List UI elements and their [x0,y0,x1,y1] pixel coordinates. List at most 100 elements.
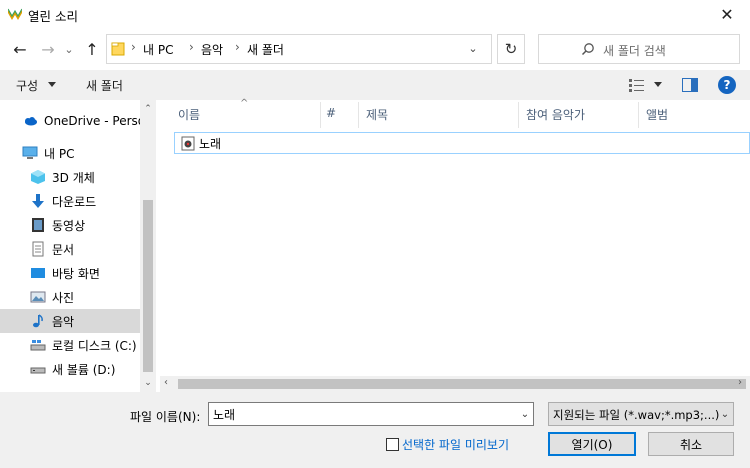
sidebar-item-downloads[interactable]: 다운로드 [0,189,140,213]
column-header-artist[interactable]: 참여 음악가 [526,106,585,126]
breadcrumb-separator: › [235,40,240,54]
preview-checkbox-label[interactable]: 선택한 파일 미리보기 [402,436,509,453]
cancel-button[interactable]: 취소 [648,432,734,456]
navigation-pane: OneDrive - Personal 내 PC 3D 개체 다운로드 동영상 … [0,100,156,392]
sidebar-item-label: OneDrive - Personal [44,114,140,128]
scroll-left-icon[interactable]: ‹ [164,377,168,388]
sidebar-item-local-disk[interactable]: 로컬 디스크 (C:) [0,333,140,357]
sidebar-item-label: 음악 [52,314,75,329]
open-button[interactable]: 열기(O) [548,432,636,456]
window-title: 열린 소리 [28,9,78,24]
audio-file-icon [181,136,195,151]
up-button[interactable]: ↑ [82,39,102,59]
horizontal-scrollbar[interactable]: ‹ › [160,376,750,392]
onedrive-icon [25,117,37,126]
sidebar-item-label: 새 볼륨 (D:) [52,362,116,377]
sidebar-item-label: 로컬 디스크 (C:) [52,338,137,353]
scroll-up-icon[interactable]: ⌃ [142,104,154,114]
download-icon [32,194,44,208]
sidebar-item-desktop[interactable]: 바탕 화면 [0,261,140,285]
dialog-footer: 파일 이름(N): 노래 ⌄ 지원되는 파일 (*.wav;*.mp3;...)… [0,392,750,468]
sidebar-item-label: 내 PC [44,146,75,161]
preview-checkbox[interactable] [386,438,399,451]
column-header-number[interactable]: # [326,106,336,126]
sidebar-item-music[interactable]: 음악 [0,309,140,333]
up-arrow-icon: ↑ [85,39,99,59]
column-header-title[interactable]: 제목 [366,106,388,126]
column-divider[interactable] [358,102,359,128]
column-header-name[interactable]: 이름 [178,106,200,126]
sidebar-item-documents[interactable]: 문서 [0,237,140,261]
column-divider[interactable] [320,102,321,128]
help-icon[interactable]: ? [718,76,736,94]
sidebar-item-label: 문서 [52,242,75,257]
close-button[interactable]: ✕ [704,0,750,28]
file-name: 노래 [199,137,222,151]
column-divider[interactable] [638,102,639,128]
search-placeholder: 새 폴더 검색 [603,44,666,58]
sidebar-item-label: 바탕 화면 [52,266,100,281]
refresh-button[interactable]: ↻ [497,34,525,64]
filename-label: 파일 이름(N): [130,410,201,424]
breadcrumb-separator: › [189,40,194,54]
sidebar-item-3d-objects[interactable]: 3D 개체 [0,165,140,189]
chevron-down-icon[interactable]: ⌄ [718,404,732,424]
sidebar-item-label: 다운로드 [52,194,97,209]
horizontal-scroll-thumb[interactable] [178,379,746,389]
3d-objects-icon [31,170,45,184]
sidebar-item-label: 3D 개체 [52,170,95,185]
search-box[interactable]: 새 폴더 검색 [538,34,740,64]
back-button[interactable]: ← [10,39,30,59]
file-type-select[interactable]: 지원되는 파일 (*.wav;*.mp3;...) [548,402,734,426]
caret-down-icon[interactable] [654,82,662,87]
desktop-icon [31,268,45,278]
folder-icon [111,42,125,56]
document-icon [32,241,44,257]
column-header-album[interactable]: 앨범 [646,106,668,126]
sidebar-item-videos[interactable]: 동영상 [0,213,140,237]
organize-button[interactable]: 구성 [16,77,38,94]
sidebar-scroll-thumb[interactable] [143,200,153,372]
navigation-bar: ← → ⌄ ↑ › 내 PC › 음악 › 새 폴더 ⌄ ↻ 새 폴더 검색 [0,28,750,68]
scroll-down-icon[interactable]: ⌄ [142,378,154,388]
app-icon [8,8,22,20]
address-bar[interactable]: › 내 PC › 음악 › 새 폴더 [106,34,492,64]
chevron-down-icon: ⌄ [64,42,74,56]
sidebar-item-onedrive[interactable]: OneDrive - Personal [0,109,140,133]
video-icon [32,218,44,232]
chevron-down-icon[interactable]: ⌄ [518,404,532,424]
sidebar-item-volume-d[interactable]: 새 볼륨 (D:) [0,357,140,381]
preview-pane-icon[interactable] [682,78,698,92]
view-options-icon[interactable] [628,77,646,93]
breadcrumb-item[interactable]: 새 폴더 [247,41,284,58]
pc-icon [22,146,38,159]
sidebar-item-label: 동영상 [52,218,86,233]
sidebar-item-pictures[interactable]: 사진 [0,285,140,309]
music-icon [33,314,43,328]
volume-icon [30,367,46,374]
recent-locations-button[interactable]: ⌄ [62,39,76,59]
back-arrow-icon: ← [13,39,27,59]
breadcrumb-separator: › [131,40,136,54]
caret-down-icon [48,82,56,87]
chevron-down-icon: ⌄ [468,41,478,55]
new-folder-button[interactable]: 새 폴더 [86,77,123,94]
scroll-right-icon[interactable]: › [738,377,742,388]
file-row[interactable]: 노래 [174,132,750,154]
close-icon: ✕ [720,4,734,24]
address-dropdown[interactable]: ⌄ [466,34,480,62]
pictures-icon [30,291,46,303]
sidebar-item-this-pc[interactable]: 내 PC [0,141,140,165]
column-divider[interactable] [518,102,519,128]
refresh-icon: ↻ [504,40,518,58]
breadcrumb-item[interactable]: 음악 [201,41,223,58]
file-list: ^ 이름 # 제목 참여 음악가 앨범 노래 ‹ › [160,98,750,392]
sort-ascending-icon: ^ [240,98,249,109]
sidebar-item-label: 사진 [52,290,75,305]
command-toolbar: 구성 새 폴더 ? [0,70,750,100]
forward-arrow-icon: → [41,39,55,59]
breadcrumb-item[interactable]: 내 PC [143,41,173,58]
filename-input[interactable]: 노래 [208,402,534,426]
forward-button[interactable]: → [38,39,58,59]
search-icon [581,43,594,56]
